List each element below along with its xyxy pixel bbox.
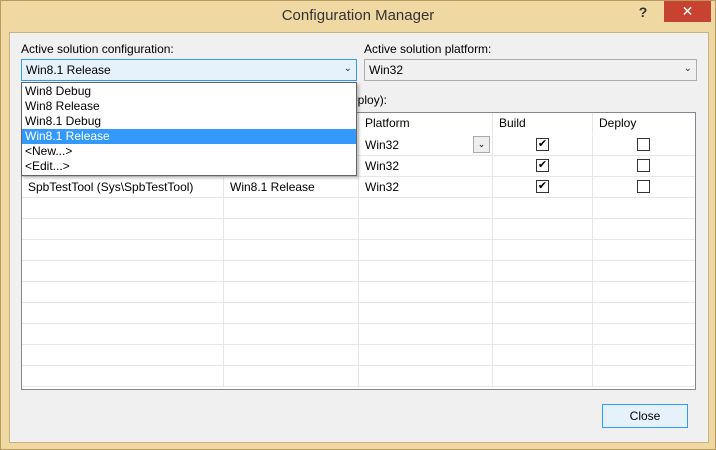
deploy-checkbox[interactable] (637, 180, 650, 193)
deploy-checkbox[interactable] (637, 138, 650, 151)
empty-cell (359, 240, 493, 261)
cell-project: SpbTestTool (Sys\SpbTestTool) (22, 177, 224, 198)
empty-row (22, 240, 695, 261)
empty-row (22, 261, 695, 282)
empty-cell (359, 366, 493, 387)
empty-cell (359, 324, 493, 345)
empty-row (22, 324, 695, 345)
empty-row (22, 282, 695, 303)
cell-platform[interactable]: Win32 (359, 156, 493, 177)
cell-deploy (593, 135, 695, 156)
dropdown-option-selected[interactable]: Win8.1 Release (22, 129, 356, 144)
active-configuration-label: Active solution configuration: (21, 42, 174, 56)
window-title: Configuration Manager (281, 7, 435, 24)
empty-cell (224, 345, 359, 366)
empty-cell (493, 303, 593, 324)
deploy-checkbox[interactable] (637, 159, 650, 172)
chevron-down-icon: ⌄ (343, 63, 352, 74)
close-window-button[interactable]: ✕ (664, 1, 711, 22)
table-row: SpbTestTool (Sys\SpbTestTool) Win8.1 Rel… (22, 177, 695, 198)
empty-cell (224, 219, 359, 240)
configuration-dropdown-list: Win8 Debug Win8 Release Win8.1 Debug Win… (21, 82, 357, 176)
empty-cell (493, 240, 593, 261)
platform-dropdown-icon[interactable]: ⌄ (473, 136, 490, 153)
configuration-manager-window: Configuration Manager ? ✕ Active solutio… (0, 0, 716, 450)
cell-platform[interactable]: Win32 (359, 177, 493, 198)
empty-cell (493, 282, 593, 303)
active-platform-combo[interactable]: Win32 ⌄ (364, 59, 697, 81)
empty-cell (359, 261, 493, 282)
help-button[interactable]: ? (631, 2, 655, 24)
header-platform: Platform (359, 113, 493, 134)
build-checkbox[interactable]: ✔ (536, 180, 549, 193)
cell-platform[interactable]: Win32 ⌄ (359, 135, 493, 156)
header-build: Build (493, 113, 593, 134)
empty-cell (493, 345, 593, 366)
active-configuration-value: Win8.1 Release (26, 63, 111, 77)
build-checkbox[interactable]: ✔ (536, 138, 549, 151)
cell-configuration[interactable]: Win8.1 Release (224, 177, 359, 198)
empty-cell (359, 219, 493, 240)
empty-cell (224, 366, 359, 387)
empty-row (22, 198, 695, 219)
empty-row (22, 219, 695, 240)
dropdown-option-new[interactable]: <New...> (22, 144, 356, 159)
empty-cell (22, 240, 224, 261)
platform-value: Win32 (365, 138, 400, 152)
empty-cell (224, 198, 359, 219)
empty-row (22, 303, 695, 324)
active-platform-value: Win32 (369, 63, 404, 77)
empty-cell (493, 366, 593, 387)
empty-cell (493, 261, 593, 282)
empty-cell (22, 366, 224, 387)
dropdown-option-edit[interactable]: <Edit...> (22, 159, 356, 174)
empty-cell (359, 282, 493, 303)
empty-row (22, 366, 695, 387)
active-platform-label: Active solution platform: (364, 42, 492, 56)
close-button[interactable]: Close (602, 404, 688, 428)
empty-cell (22, 345, 224, 366)
empty-cell (22, 219, 224, 240)
cell-build: ✔ (493, 135, 593, 156)
empty-cell (224, 282, 359, 303)
empty-cell (493, 219, 593, 240)
empty-cell (359, 198, 493, 219)
empty-cell (359, 345, 493, 366)
title-bar: Configuration Manager ? ✕ (1, 1, 715, 31)
empty-cell (224, 303, 359, 324)
empty-cell (359, 303, 493, 324)
empty-cell (224, 324, 359, 345)
empty-cell (493, 198, 593, 219)
empty-row (22, 345, 695, 366)
empty-cell (22, 198, 224, 219)
cell-deploy (593, 177, 695, 198)
empty-cell (22, 261, 224, 282)
dropdown-option[interactable]: Win8 Release (22, 99, 356, 114)
active-configuration-combo[interactable]: Win8.1 Release ⌄ (21, 59, 357, 81)
empty-cell (22, 303, 224, 324)
build-checkbox[interactable]: ✔ (536, 159, 549, 172)
empty-cell (493, 324, 593, 345)
empty-cell (22, 282, 224, 303)
cell-deploy (593, 156, 695, 177)
cell-build: ✔ (493, 177, 593, 198)
cell-build: ✔ (493, 156, 593, 177)
chevron-down-icon: ⌄ (683, 63, 692, 74)
empty-cell (224, 240, 359, 261)
empty-cell (224, 261, 359, 282)
dropdown-option[interactable]: Win8 Debug (22, 84, 356, 99)
dialog-client: Active solution configuration: Win8.1 Re… (9, 32, 709, 443)
dropdown-option[interactable]: Win8.1 Debug (22, 114, 356, 129)
header-deploy: Deploy (593, 113, 695, 134)
empty-cell (22, 324, 224, 345)
